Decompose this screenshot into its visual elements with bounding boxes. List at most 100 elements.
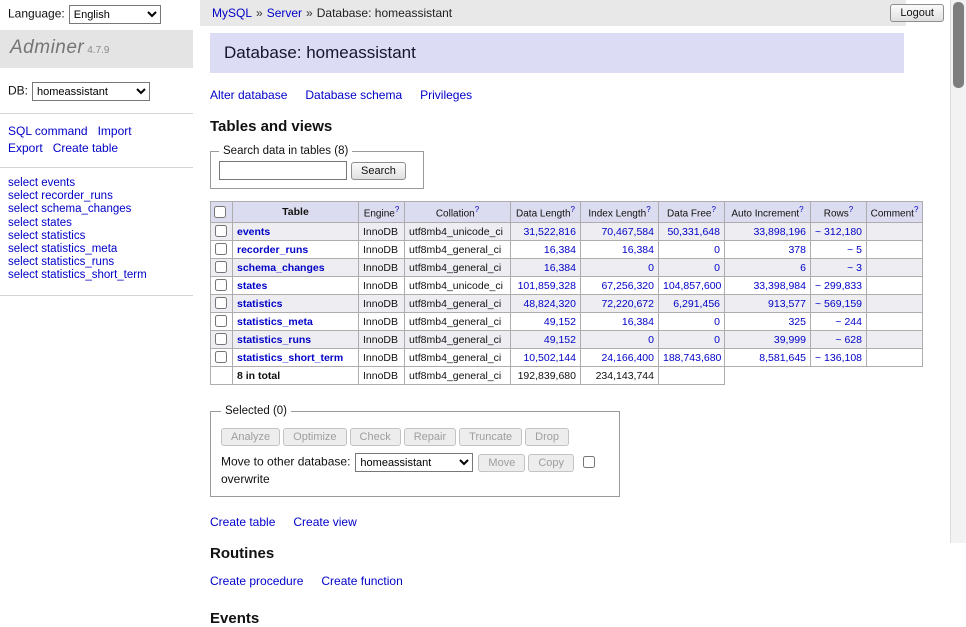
index-length-link[interactable]: 72,220,672 xyxy=(601,298,654,310)
index-length-link[interactable]: 16,384 xyxy=(622,244,654,256)
data-free-link[interactable]: 6,291,456 xyxy=(673,298,720,310)
rows-estimate-link[interactable]: ~ 299,833 xyxy=(815,280,862,292)
auto-increment-link[interactable]: 39,999 xyxy=(774,334,806,346)
db-select[interactable]: homeassistant xyxy=(32,82,150,101)
row-checkbox-schema-changes[interactable] xyxy=(215,261,227,273)
row-checkbox-events[interactable] xyxy=(215,225,227,237)
data-length-link[interactable]: 16,384 xyxy=(544,244,576,256)
rows-estimate-link[interactable]: ~ 569,159 xyxy=(815,298,862,310)
index-length-link[interactable]: 0 xyxy=(648,334,654,346)
app-name-link[interactable]: Adminer xyxy=(10,37,84,58)
overwrite-label[interactable]: overwrite xyxy=(221,472,270,486)
auto-increment-link[interactable]: 378 xyxy=(788,244,806,256)
data-free-link[interactable]: 50,331,648 xyxy=(667,226,720,238)
repair-button[interactable]: Repair xyxy=(404,428,456,446)
select-statistics-short-term-link[interactable]: select statistics_short_term xyxy=(8,269,185,282)
help-link[interactable]: ? xyxy=(475,205,479,214)
row-checkbox-recorder-runs[interactable] xyxy=(215,243,227,255)
select-states-link[interactable]: select states xyxy=(8,217,185,230)
index-length-link[interactable]: 0 xyxy=(648,262,654,274)
row-checkbox-statistics-short-term[interactable] xyxy=(215,351,227,363)
data-length-link[interactable]: 49,152 xyxy=(544,334,576,346)
select-statistics-runs-link[interactable]: select statistics_runs xyxy=(8,256,185,269)
auto-increment-link[interactable]: 8,581,645 xyxy=(759,352,806,364)
table-link[interactable]: states xyxy=(237,280,267,292)
create-procedure-link[interactable]: Create procedure xyxy=(210,574,303,588)
analyze-button[interactable]: Analyze xyxy=(221,428,280,446)
check-button[interactable]: Check xyxy=(350,428,401,446)
table-link[interactable]: recorder_runs xyxy=(237,244,308,256)
auto-increment-link[interactable]: 913,577 xyxy=(768,298,806,310)
help-link[interactable]: ? xyxy=(571,205,575,214)
help-link[interactable]: ? xyxy=(712,205,716,214)
database-schema-link[interactable]: Database schema xyxy=(305,88,402,102)
import-link[interactable]: Import xyxy=(98,124,132,138)
help-link[interactable]: ? xyxy=(914,205,918,214)
help-link[interactable]: ? xyxy=(849,205,853,214)
row-checkbox-statistics-runs[interactable] xyxy=(215,333,227,345)
data-length-link[interactable]: 31,522,816 xyxy=(523,226,576,238)
rows-estimate-link[interactable]: ~ 136,108 xyxy=(815,352,862,364)
move-button[interactable]: Move xyxy=(478,454,525,472)
optimize-button[interactable]: Optimize xyxy=(283,428,346,446)
alter-database-link[interactable]: Alter database xyxy=(210,88,287,102)
auto-increment-link[interactable]: 6 xyxy=(800,262,806,274)
table-link[interactable]: statistics_short_term xyxy=(237,352,343,364)
select-schema-changes-link[interactable]: select schema_changes xyxy=(8,203,185,216)
select-recorder-runs-link[interactable]: select recorder_runs xyxy=(8,190,185,203)
select-events-link[interactable]: select events xyxy=(8,177,185,190)
create-table-link[interactable]: Create table xyxy=(210,515,275,529)
data-free-link[interactable]: 0 xyxy=(714,316,720,328)
sql-command-link[interactable]: SQL command xyxy=(8,124,88,138)
index-length-link[interactable]: 67,256,320 xyxy=(601,280,654,292)
row-checkbox-states[interactable] xyxy=(215,279,227,291)
select-all-checkbox[interactable] xyxy=(214,206,226,218)
data-length-link[interactable]: 101,859,328 xyxy=(518,280,576,292)
row-checkbox-statistics[interactable] xyxy=(215,297,227,309)
table-link[interactable]: events xyxy=(237,226,270,238)
auto-increment-link[interactable]: 33,898,196 xyxy=(753,226,806,238)
data-free-link[interactable]: 0 xyxy=(714,244,720,256)
drop-button[interactable]: Drop xyxy=(525,428,569,446)
index-length-link[interactable]: 70,467,584 xyxy=(601,226,654,238)
data-length-link[interactable]: 16,384 xyxy=(544,262,576,274)
table-link[interactable]: statistics_runs xyxy=(237,334,311,346)
create-view-link[interactable]: Create view xyxy=(293,515,356,529)
move-db-select[interactable]: homeassistant xyxy=(355,453,473,472)
table-link[interactable]: statistics xyxy=(237,298,283,310)
rows-estimate-link[interactable]: ~ 628 xyxy=(835,334,862,346)
data-free-link[interactable]: 104,857,600 xyxy=(663,280,721,292)
rows-estimate-link[interactable]: ~ 3 xyxy=(847,262,862,274)
select-statistics-link[interactable]: select statistics xyxy=(8,230,185,243)
rows-estimate-link[interactable]: ~ 244 xyxy=(835,316,862,328)
row-checkbox-statistics-meta[interactable] xyxy=(215,315,227,327)
help-link[interactable]: ? xyxy=(799,205,803,214)
vertical-scrollbar[interactable] xyxy=(950,0,966,543)
data-length-link[interactable]: 10,502,144 xyxy=(523,352,576,364)
data-free-link[interactable]: 0 xyxy=(714,334,720,346)
logout-button[interactable]: Logout xyxy=(890,4,944,22)
search-input[interactable] xyxy=(219,161,347,180)
scrollbar-thumb[interactable] xyxy=(953,2,964,88)
copy-button[interactable]: Copy xyxy=(528,454,574,472)
export-link[interactable]: Export xyxy=(8,141,43,155)
index-length-link[interactable]: 16,384 xyxy=(622,316,654,328)
table-link[interactable]: statistics_meta xyxy=(237,316,313,328)
rows-estimate-link[interactable]: ~ 5 xyxy=(847,244,862,256)
table-link[interactable]: schema_changes xyxy=(237,262,325,274)
data-free-link[interactable]: 188,743,680 xyxy=(663,352,721,364)
help-link[interactable]: ? xyxy=(395,205,399,214)
breadcrumb-mysql-link[interactable]: MySQL xyxy=(212,6,252,20)
breadcrumb-server-link[interactable]: Server xyxy=(267,6,302,20)
language-select[interactable]: English xyxy=(69,5,161,24)
rows-estimate-link[interactable]: ~ 312,180 xyxy=(815,226,862,238)
auto-increment-link[interactable]: 33,398,984 xyxy=(753,280,806,292)
index-length-link[interactable]: 24,166,400 xyxy=(601,352,654,364)
overwrite-checkbox[interactable] xyxy=(583,456,595,468)
search-button[interactable]: Search xyxy=(351,162,406,180)
create-function-link[interactable]: Create function xyxy=(321,574,402,588)
data-length-link[interactable]: 49,152 xyxy=(544,316,576,328)
help-link[interactable]: ? xyxy=(646,205,650,214)
data-free-link[interactable]: 0 xyxy=(714,262,720,274)
create-table-link[interactable]: Create table xyxy=(53,141,118,155)
